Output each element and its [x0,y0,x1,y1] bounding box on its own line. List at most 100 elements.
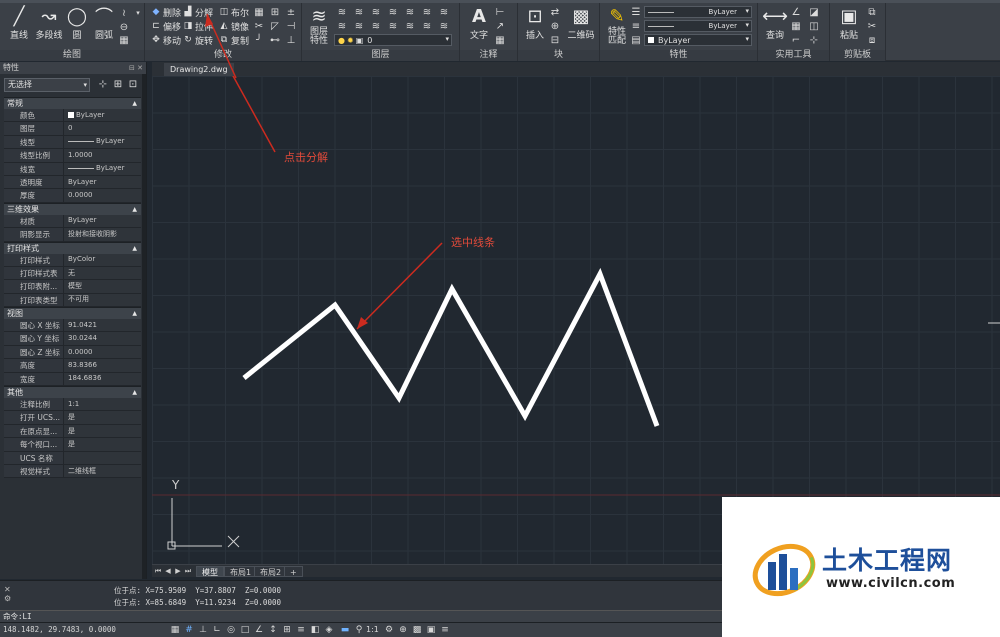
explode-arrow-overlay [205,13,237,79]
property-row[interactable]: 线宽 ByLayer [4,162,141,176]
property-value[interactable]: 1:1 [64,398,141,411]
property-value[interactable]: 无 [64,266,141,280]
property-value[interactable]: 二维线框 [64,464,141,478]
property-value[interactable]: ByLayer [64,109,141,122]
property-value[interactable]: 184.6836 [64,372,141,386]
collapse-icon[interactable]: ▲ [132,204,137,216]
property-key: 圆心 Y 坐标 [4,332,64,345]
property-category[interactable]: 打印样式 ▲ [4,241,141,255]
property-value[interactable]: 是 [64,438,141,451]
drawing-canvas[interactable]: Y [152,76,1000,564]
property-row[interactable]: 注释比例 1:1 [4,398,141,412]
property-key: 视觉样式 [4,464,64,478]
collapse-icon[interactable]: ▲ [132,387,137,399]
property-value[interactable]: 投射和接收阴影 [64,228,141,241]
hardware-accel-icon[interactable]: ▩ [412,625,422,635]
property-row[interactable]: 视觉样式 二维线框 [4,464,141,479]
property-row[interactable]: 圆心 X 坐标 91.0421 [4,319,141,333]
command-input[interactable]: 命令:LI [0,610,722,622]
command-controls-icon[interactable]: ✕ ⚙ [4,585,11,603]
workspace-icon[interactable]: ⚙ [384,625,394,635]
annotation-scale-value[interactable]: 1:1 [366,625,379,634]
property-row[interactable]: 颜色 ByLayer [4,109,141,123]
clean-screen-icon[interactable]: ▣ [426,625,436,635]
osnap-icon[interactable]: □ [240,625,250,635]
prev-layout-icon[interactable]: ◀ [164,566,172,576]
property-row[interactable]: 图层 0 [4,122,141,136]
annotation-scale-icon[interactable]: ⚲ [354,625,364,635]
tab-layout1[interactable]: 布局1 [224,566,258,577]
property-category[interactable]: 视图 ▲ [4,307,141,320]
property-value[interactable]: 0 [64,122,141,135]
annotation-monitor-icon[interactable]: ▬ [340,625,350,635]
next-layout-icon[interactable]: ▶ [174,566,182,576]
property-value[interactable]: ByLayer [64,214,141,228]
ducs-icon[interactable]: ↕ [268,625,278,635]
property-key: 线宽 [4,162,64,175]
property-row[interactable]: 圆心 Z 坐标 0.0000 [4,345,141,360]
zigzag-polyline[interactable] [242,267,660,427]
lineweight-toggle-icon[interactable]: ≡ [296,625,306,635]
property-category[interactable]: 其他 ▲ [4,386,141,399]
property-category[interactable]: 三维效果 ▲ [4,202,141,216]
property-row[interactable]: 宽度 184.6836 [4,372,141,387]
property-row[interactable]: 高度 83.8366 [4,359,141,373]
property-value[interactable]: 不可用 [64,293,141,307]
property-value[interactable]: 是 [64,411,141,424]
property-row[interactable]: 在原点显... 是 [4,424,141,439]
property-value[interactable]: ByColor [64,253,141,266]
property-row[interactable]: 打印表类型 不可用 [4,293,141,308]
tab-layout2[interactable]: 布局2 [254,566,288,577]
property-row[interactable]: 厚度 0.0000 [4,189,141,203]
property-row[interactable]: 阴影显示 投射和接收阴影 [4,228,141,242]
property-row[interactable]: 打印样式 ByColor [4,253,141,267]
property-row[interactable]: 每个视口... 是 [4,438,141,452]
property-key: 线型比例 [4,149,64,162]
property-value[interactable]: 1.0000 [64,149,141,162]
property-value[interactable]: 91.0421 [64,319,141,332]
property-row[interactable]: 打开 UCS... 是 [4,411,141,425]
otrack-icon[interactable]: ∠ [254,625,264,635]
property-value[interactable] [64,451,141,464]
property-row[interactable]: 线型比例 1.0000 [4,149,141,163]
property-value[interactable]: ByLayer [64,162,141,175]
isolate-icon[interactable]: ⊕ [398,625,408,635]
property-key: 打印样式表 [4,266,64,280]
dyn-icon[interactable]: ⊞ [282,625,292,635]
grid-icon[interactable]: # [184,625,194,635]
property-row[interactable]: 线型 ByLayer [4,135,141,150]
property-value[interactable]: ByLayer [64,175,141,189]
first-layout-icon[interactable]: ⏮ [154,566,162,576]
tab-model[interactable]: 模型 [196,566,224,577]
customize-icon[interactable]: ≡ [440,625,450,635]
property-value[interactable]: 是 [64,424,141,438]
collapse-icon[interactable]: ▲ [132,308,137,320]
property-row[interactable]: 打印表附... 模型 [4,280,141,294]
transparency-icon[interactable]: ◧ [310,625,320,635]
ortho-icon[interactable]: ∟ [212,625,222,635]
property-key: 宽度 [4,372,64,386]
selection-cycle-icon[interactable]: ◈ [324,625,334,635]
property-value[interactable]: 0.0000 [64,189,141,202]
model-space-icon[interactable]: ▦ [170,625,180,635]
property-value[interactable]: 0.0000 [64,345,141,359]
property-row[interactable]: 材质 ByLayer [4,214,141,229]
collapse-icon[interactable]: ▲ [132,98,137,110]
property-row[interactable]: 打印样式表无 [4,266,141,281]
selection-dropdown[interactable]: 无选择 ▾ [4,78,90,92]
property-category[interactable]: 常规 ▲ [4,97,141,109]
property-row[interactable]: 透明度 ByLayer [4,175,141,190]
snap-icon[interactable]: ⊥ [198,625,208,635]
polar-icon[interactable]: ◎ [226,625,236,635]
tab-add-layout[interactable]: + [284,566,303,577]
property-row[interactable]: 圆心 Y 坐标 30.0244 [4,332,141,346]
last-layout-icon[interactable]: ⏭ [184,566,192,576]
collapse-icon[interactable]: ▲ [132,243,137,255]
property-row[interactable]: UCS 名称 [4,451,141,465]
layout-tab-bar: ⏮ ◀ ▶ ⏭ 模型 布局1 布局2 + [152,564,722,577]
property-value[interactable]: ByLayer [64,135,141,149]
property-value[interactable]: 模型 [64,280,141,293]
property-value[interactable]: 83.8366 [64,359,141,372]
property-key: 打印表类型 [4,293,64,307]
property-value[interactable]: 30.0244 [64,332,141,345]
